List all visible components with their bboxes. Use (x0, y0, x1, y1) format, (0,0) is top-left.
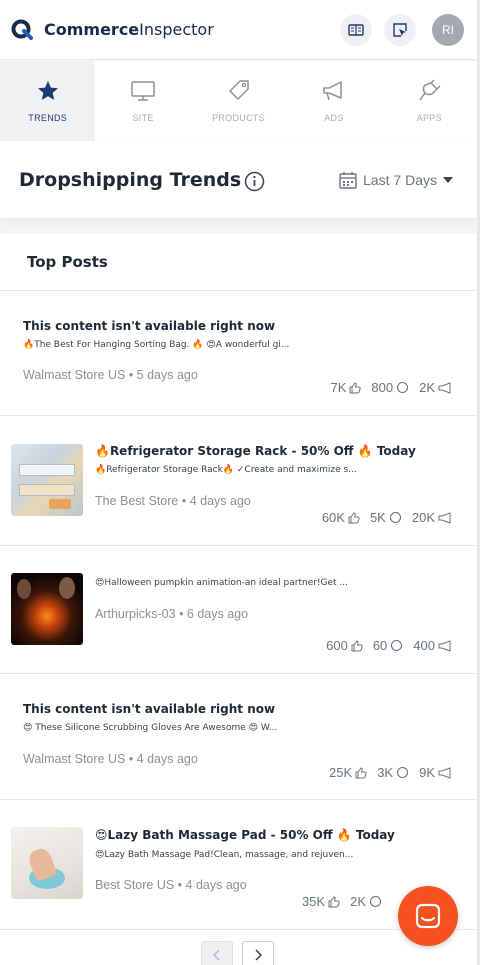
post-meta: Walmast Store US • 4 days ago (23, 752, 198, 766)
thumbs-up-icon (348, 511, 360, 523)
guide-button[interactable] (340, 14, 372, 46)
shares-stat: 2K (419, 380, 452, 395)
calendar-icon (339, 172, 357, 189)
megaphone-icon (438, 511, 451, 524)
date-range-select[interactable]: Last 7 Days (339, 171, 453, 189)
post-description: 🔥The Best For Hanging Sorting Bag. 🔥 😍A … (23, 340, 290, 350)
cursor-box-icon (393, 23, 407, 37)
thumbs-up-icon (351, 639, 363, 651)
user-avatar[interactable]: RI (432, 14, 464, 46)
thumbs-up-icon (355, 766, 367, 778)
nav-item-trends[interactable]: TRENDS (0, 61, 96, 141)
comment-icon (397, 381, 409, 394)
prev-page-button[interactable] (201, 941, 233, 965)
pagination (201, 941, 283, 965)
nav-label: SITE (132, 113, 154, 123)
post-description: 😍Halloween pumpkin animation-an ideal pa… (95, 578, 349, 588)
shares-stat: 400 (413, 638, 452, 653)
megaphone-icon (323, 81, 342, 101)
nav-item-ads[interactable]: ADS (286, 61, 381, 141)
chevron-left-icon (213, 949, 220, 961)
comment-icon (369, 895, 382, 908)
date-range-value: Last 7 Days (363, 172, 437, 188)
post-thumbnail (11, 444, 83, 516)
megaphone-icon (438, 766, 451, 779)
likes-stat: 25K (329, 765, 367, 780)
tag-icon (228, 80, 249, 100)
post-meta: The Best Store • 4 days ago (95, 494, 251, 508)
comments-stat: 2K (350, 894, 382, 909)
page-title: Dropshipping Trends (19, 169, 242, 191)
post-description: 🔥Refrigerator Storage Rack🔥 ✓Create and … (95, 465, 357, 475)
app-header: CommerceInspector RI (0, 0, 477, 60)
post-description: 😍 These Silicone Scrubbing Gloves Are Aw… (23, 723, 278, 733)
plug-icon (419, 79, 441, 101)
monitor-icon (131, 81, 155, 101)
likes-stat: 35K (302, 894, 340, 909)
next-page-button[interactable] (242, 941, 274, 965)
chat-launcher-button[interactable] (398, 886, 458, 946)
post-stats: 25K 3K 9K (319, 765, 452, 780)
chevron-right-icon (255, 949, 262, 961)
info-icon[interactable] (244, 171, 265, 192)
comments-stat: 60 (373, 638, 403, 653)
nav-label: TRENDS (28, 113, 68, 123)
star-icon (37, 81, 58, 100)
post-stats: 7K 800 2K (320, 380, 452, 395)
megaphone-icon (438, 639, 451, 652)
comments-stat: 3K (377, 765, 409, 780)
shares-stat: 9K (419, 765, 452, 780)
comments-stat: 800 (371, 380, 409, 395)
post-meta: Arthurpicks-03 • 6 days ago (95, 607, 249, 621)
likes-stat: 60K (322, 510, 360, 525)
logo-mark-icon (11, 19, 33, 40)
post-stats: 60K 5K 20K (312, 510, 452, 525)
post-title: 😍Lazy Bath Massage Pad - 50% Off 🔥 Today (95, 828, 395, 842)
post-item[interactable]: This content isn't available right now 😍… (0, 674, 477, 800)
nav-item-apps[interactable]: APPS (382, 61, 477, 141)
brand-logo[interactable]: CommerceInspector (11, 18, 214, 40)
likes-stat: 600 (326, 638, 363, 653)
post-meta: Best Store US • 4 days ago (95, 878, 247, 892)
comment-icon (391, 639, 403, 652)
post-thumbnail (11, 827, 83, 899)
post-meta: Walmast Store US • 5 days ago (23, 368, 198, 382)
inspect-button[interactable] (384, 14, 416, 46)
nav-label: ADS (324, 113, 344, 123)
thumbs-up-icon (328, 895, 340, 907)
caret-down-icon (443, 177, 453, 183)
post-stats: 35K 2K (292, 894, 382, 909)
post-title: This content isn't available right now (23, 319, 276, 333)
post-thumbnail (11, 573, 83, 645)
post-item[interactable]: 🔥Refrigerator Storage Rack - 50% Off 🔥 T… (0, 416, 477, 546)
comments-stat: 5K (370, 510, 402, 525)
post-item[interactable]: 😍Halloween pumpkin animation-an ideal pa… (0, 546, 477, 674)
post-item[interactable]: This content isn't available right now 🔥… (0, 291, 477, 416)
thumbs-up-icon (349, 381, 362, 393)
book-icon (348, 24, 364, 36)
nav-label: APPS (416, 113, 442, 123)
section-title: Top Posts (27, 253, 108, 271)
post-description: 😍Lazy Bath Massage Pad!Clean, massage, a… (95, 850, 354, 860)
post-title: 🔥Refrigerator Storage Rack - 50% Off 🔥 T… (95, 444, 416, 458)
page-title-bar: Dropshipping Trends Last 7 Days (0, 141, 477, 218)
likes-stat: 7K (330, 380, 362, 395)
nav-item-site[interactable]: SITE (95, 61, 190, 141)
chat-icon (415, 903, 441, 929)
main-nav: TRENDS SITE PRODUCTS ADS APPS (0, 61, 477, 141)
comment-icon (397, 766, 409, 779)
shares-stat: 20K (412, 510, 452, 525)
nav-item-products[interactable]: PRODUCTS (191, 61, 286, 141)
megaphone-icon (438, 381, 451, 394)
post-stats: 600 60 400 (316, 638, 452, 653)
nav-label: PRODUCTS (212, 113, 265, 123)
comment-icon (389, 511, 401, 524)
brand-name: CommerceInspector (44, 19, 214, 39)
post-title: This content isn't available right now (23, 702, 276, 716)
